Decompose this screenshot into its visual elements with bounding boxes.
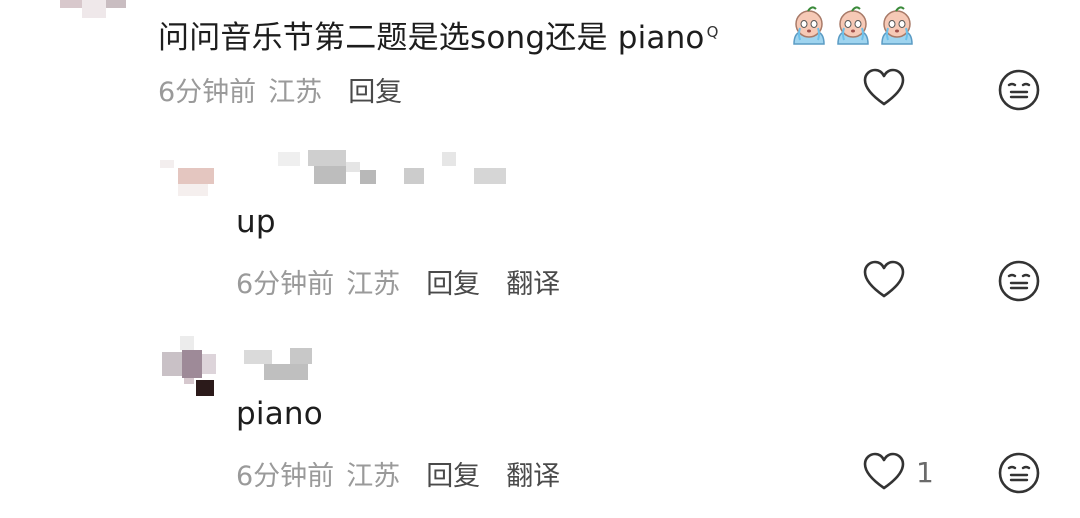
comment-text: 问问音乐节第二题是选song还是 piano Q xyxy=(158,12,719,57)
dislike-button[interactable] xyxy=(997,68,1041,112)
reply-button[interactable]: 回复 xyxy=(426,262,480,301)
like-button[interactable]: 1 xyxy=(862,452,934,492)
comment-body: 问问音乐节第二题是选song还是 piano xyxy=(158,20,705,56)
meh-face-icon xyxy=(998,260,1040,302)
reply-button[interactable]: 回复 xyxy=(348,70,402,109)
avatar[interactable] xyxy=(160,150,220,198)
meh-face-icon xyxy=(998,452,1040,494)
avatar[interactable] xyxy=(162,336,232,398)
reply-button[interactable]: 回复 xyxy=(426,454,480,493)
timestamp: 6分钟前 xyxy=(158,77,257,108)
heart-outline-icon xyxy=(863,452,905,490)
translate-button[interactable]: 翻译 xyxy=(506,262,560,301)
comment-meta: 6分钟前 江苏 回复 翻译 xyxy=(236,262,560,301)
crying-baby-emoji xyxy=(881,6,913,45)
location: 江苏 xyxy=(346,269,401,300)
emoji-group xyxy=(788,4,918,48)
comment-text: piano xyxy=(236,396,323,432)
like-button[interactable] xyxy=(862,260,916,300)
heart-outline-icon xyxy=(863,260,905,298)
crying-baby-emoji xyxy=(837,6,869,45)
like-count: 1 xyxy=(916,455,934,489)
username[interactable] xyxy=(244,346,314,382)
dislike-button[interactable] xyxy=(997,259,1041,303)
timestamp: 6分钟前 xyxy=(236,461,335,492)
dislike-button[interactable] xyxy=(997,451,1041,495)
comment-meta: 6分钟前 江苏 回复 xyxy=(158,70,402,109)
username[interactable] xyxy=(278,150,518,186)
comment-text: up xyxy=(236,204,276,240)
location: 江苏 xyxy=(268,77,323,108)
like-button[interactable] xyxy=(862,68,916,108)
avatar[interactable] xyxy=(60,0,130,18)
translate-button[interactable]: 翻译 xyxy=(506,454,560,493)
heart-outline-icon xyxy=(863,68,905,106)
search-icon[interactable]: Q xyxy=(707,23,719,41)
comment-meta: 6分钟前 江苏 回复 翻译 xyxy=(236,454,560,493)
crying-baby-emoji xyxy=(793,6,825,45)
location: 江苏 xyxy=(346,461,401,492)
meh-face-icon xyxy=(998,69,1040,111)
timestamp: 6分钟前 xyxy=(236,269,335,300)
